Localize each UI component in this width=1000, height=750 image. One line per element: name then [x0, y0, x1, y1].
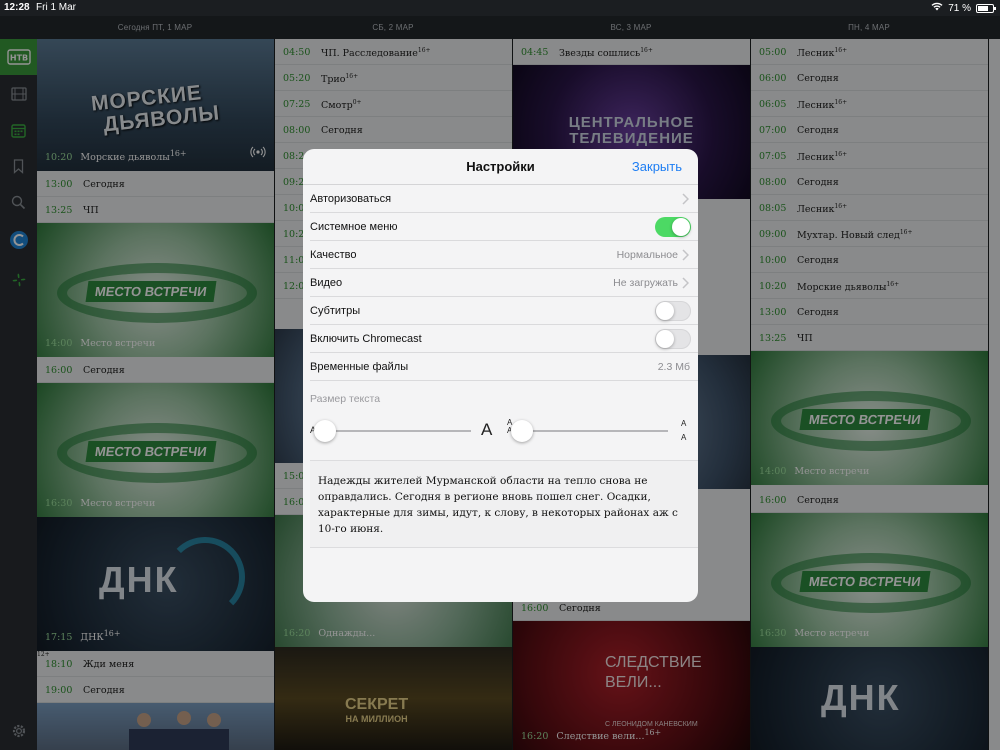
- text-size-label: Размер текста: [310, 393, 381, 405]
- app-screen: 12:28 Fri 1 Mar 71 % Сегодня ПТ, 1 МАР С…: [0, 0, 1000, 750]
- chevron-right-icon: [682, 248, 690, 266]
- font-size-slider-thumb[interactable]: [314, 420, 336, 442]
- battery-icon: [976, 3, 996, 13]
- toggle-knob: [672, 218, 690, 236]
- chevron-right-icon: [682, 276, 690, 294]
- subtitles-label: Субтитры: [310, 305, 361, 317]
- toggle-knob: [656, 330, 674, 348]
- status-date: Fri 1 Mar: [36, 2, 76, 13]
- quality-value: Нормальное: [616, 249, 678, 261]
- video-row[interactable]: Видео Не загружать: [303, 269, 698, 297]
- settings-header: Настройки Закрыть: [303, 149, 698, 185]
- text-preview: Надежды жителей Мурманской области на те…: [310, 460, 698, 548]
- font-size-max-label: A: [481, 420, 493, 439]
- chromecast-row: Включить Chromecast: [303, 325, 698, 353]
- system-menu-row: Системное меню: [303, 213, 698, 241]
- quality-label: Качество: [310, 249, 357, 261]
- line-spacing-slider-track[interactable]: [522, 430, 668, 432]
- close-button[interactable]: Закрыть: [632, 159, 682, 174]
- status-bar: 12:28 Fri 1 Mar 71 %: [0, 0, 1000, 16]
- status-right: 71 %: [931, 2, 996, 14]
- video-value: Не загружать: [613, 277, 678, 289]
- wifi-icon: [931, 2, 943, 14]
- chevron-right-icon: [682, 192, 690, 210]
- temp-files-label: Временные файлы: [310, 361, 409, 373]
- system-menu-toggle[interactable]: [655, 217, 691, 237]
- battery-percent: 71 %: [948, 2, 971, 14]
- line-spacing-max-label: AA: [681, 419, 687, 442]
- quality-row[interactable]: Качество Нормальное: [303, 241, 698, 269]
- temp-files-row[interactable]: Временные файлы 2.3 Мб: [303, 353, 698, 381]
- battery-fill: [978, 5, 988, 11]
- font-size-slider-track[interactable]: [325, 430, 471, 432]
- subtitles-toggle[interactable]: [655, 301, 691, 321]
- chromecast-toggle[interactable]: [655, 329, 691, 349]
- settings-modal: Настройки Закрыть Авторизоваться Системн…: [303, 149, 698, 602]
- chromecast-label: Включить Chromecast: [310, 333, 422, 345]
- video-label: Видео: [310, 277, 343, 289]
- toggle-knob: [656, 302, 674, 320]
- authorize-label: Авторизоваться: [310, 193, 392, 205]
- subtitles-row: Субтитры: [303, 297, 698, 325]
- system-menu-label: Системное меню: [310, 221, 398, 233]
- temp-files-value: 2.3 Мб: [657, 361, 690, 373]
- line-spacing-slider-thumb[interactable]: [511, 420, 533, 442]
- status-time: 12:28: [4, 2, 30, 13]
- authorize-row[interactable]: Авторизоваться: [303, 185, 698, 213]
